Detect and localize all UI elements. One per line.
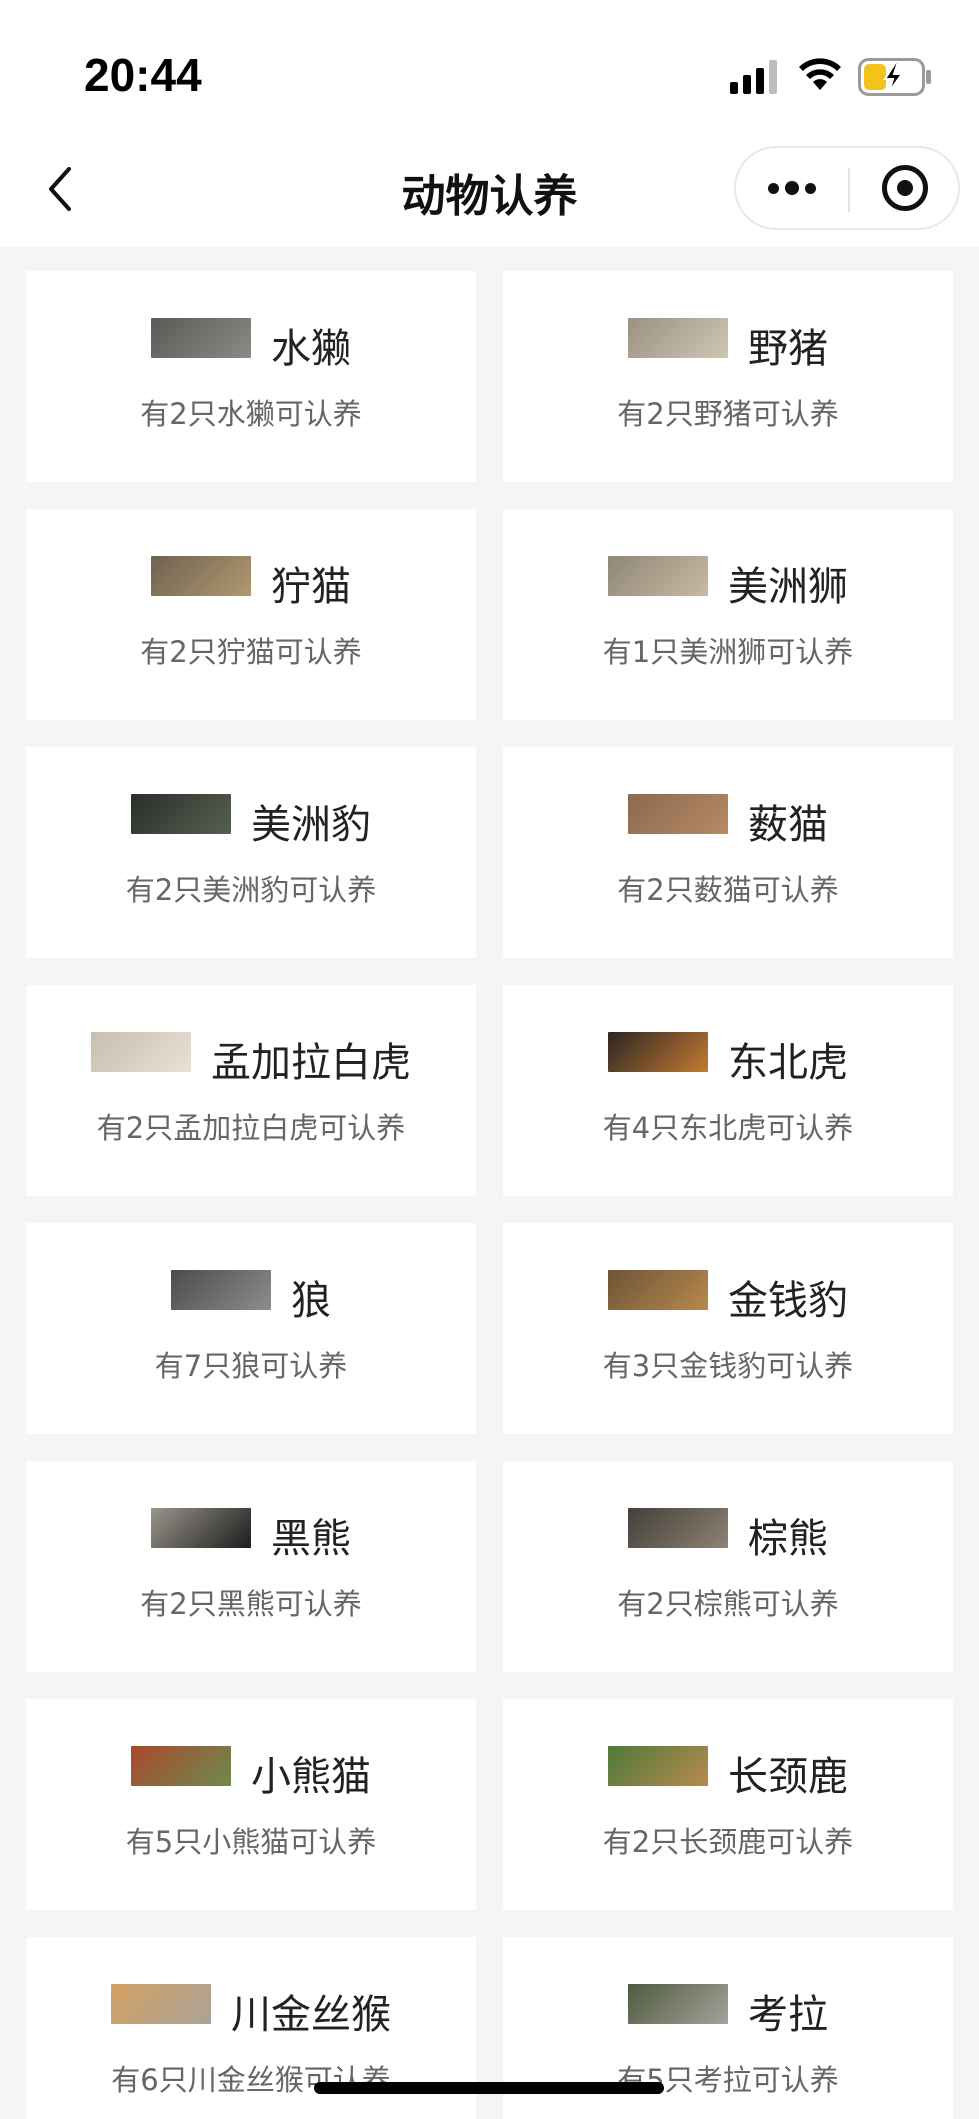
animal-thumbnail [608, 1270, 708, 1310]
animal-card[interactable]: 野猪有2只野猪可认养 [503, 271, 953, 482]
animal-name: 孟加拉白虎 [211, 1040, 411, 1086]
animal-name: 水獭 [271, 326, 351, 372]
animal-thumbnail [91, 1032, 191, 1072]
close-mini-program-button[interactable] [850, 148, 960, 228]
animal-card[interactable]: 孟加拉白虎有2只孟加拉白虎可认养 [26, 985, 476, 1196]
animal-name: 美洲狮 [728, 564, 848, 610]
animal-name: 薮猫 [748, 802, 828, 848]
animal-thumbnail [151, 1508, 251, 1548]
animal-name: 川金丝猴 [231, 1992, 391, 2038]
animal-card[interactable]: 小熊猫有5只小熊猫可认养 [26, 1699, 476, 1910]
animal-thumbnail [628, 1508, 728, 1548]
animal-card[interactable]: 东北虎有4只东北虎可认养 [503, 985, 953, 1196]
animal-thumbnail [608, 556, 708, 596]
animal-card[interactable]: 棕熊有2只棕熊可认养 [503, 1461, 953, 1672]
animal-name: 考拉 [748, 1992, 828, 2038]
animal-thumbnail [131, 794, 231, 834]
animal-card[interactable]: 美洲狮有1只美洲狮可认养 [503, 509, 953, 720]
animal-thumbnail [151, 556, 251, 596]
animal-thumbnail [608, 1032, 708, 1072]
animal-card[interactable]: 黑熊有2只黑熊可认养 [26, 1461, 476, 1672]
animal-count: 有1只美洲狮可认养 [602, 635, 854, 669]
animal-count: 有4只东北虎可认养 [602, 1111, 854, 1145]
animal-name: 东北虎 [728, 1040, 848, 1086]
animal-thumbnail [151, 318, 251, 358]
mini-program-capsule [734, 146, 960, 230]
animal-name: 美洲豹 [251, 802, 371, 848]
animal-count: 有2只薮猫可认养 [617, 873, 839, 907]
animal-thumbnail [628, 794, 728, 834]
animal-thumbnail [171, 1270, 271, 1310]
status-bar: 20:44 [0, 0, 979, 130]
animal-count: 有3只金钱豹可认养 [602, 1349, 854, 1383]
animal-name: 狼 [291, 1278, 331, 1324]
animal-card[interactable]: 金钱豹有3只金钱豹可认养 [503, 1223, 953, 1434]
animal-card[interactable]: 长颈鹿有2只长颈鹿可认养 [503, 1699, 953, 1910]
animal-grid: 水獭有2只水獭可认养 野猪有2只野猪可认养 狞猫有2只狞猫可认养 美洲狮有1只美… [26, 271, 953, 2119]
animal-thumbnail [608, 1746, 708, 1786]
animal-card[interactable]: 狼有7只狼可认养 [26, 1223, 476, 1434]
more-options-button[interactable] [736, 148, 848, 228]
target-icon [882, 165, 928, 211]
animal-count: 有2只狞猫可认养 [140, 635, 362, 669]
animal-name: 野猪 [748, 326, 828, 372]
animal-name: 长颈鹿 [728, 1754, 848, 1800]
animal-thumbnail [628, 318, 728, 358]
status-time: 20:44 [84, 49, 202, 101]
battery-charging-icon [858, 58, 931, 96]
animal-count: 有2只棕熊可认养 [617, 1587, 839, 1621]
animal-thumbnail [131, 1746, 231, 1786]
animal-count: 有5只小熊猫可认养 [125, 1825, 377, 1859]
animal-count: 有2只美洲豹可认养 [125, 873, 377, 907]
animal-thumbnail [628, 1984, 728, 2024]
home-indicator [314, 2082, 664, 2094]
animal-card[interactable]: 水獭有2只水獭可认养 [26, 271, 476, 482]
animal-name: 黑熊 [271, 1516, 351, 1562]
animal-count: 有2只孟加拉白虎可认养 [96, 1111, 406, 1145]
animal-count: 有2只水獭可认养 [140, 397, 362, 431]
animal-name: 金钱豹 [728, 1278, 848, 1324]
animal-count: 有2只野猪可认养 [617, 397, 839, 431]
animal-name: 小熊猫 [251, 1754, 371, 1800]
navigation-bar: 动物认养 [0, 130, 979, 247]
animal-card[interactable]: 狞猫有2只狞猫可认养 [26, 509, 476, 720]
animal-card[interactable]: 薮猫有2只薮猫可认养 [503, 747, 953, 958]
animal-count: 有2只黑熊可认养 [140, 1587, 362, 1621]
animal-thumbnail [111, 1984, 211, 2024]
animal-name: 棕熊 [748, 1516, 828, 1562]
more-dots-icon [768, 182, 779, 194]
cellular-signal-icon [730, 60, 777, 94]
wifi-icon [799, 58, 841, 90]
animal-card[interactable]: 美洲豹有2只美洲豹可认养 [26, 747, 476, 958]
animal-name: 狞猫 [271, 564, 351, 610]
animal-count: 有2只长颈鹿可认养 [602, 1825, 854, 1859]
animal-count: 有7只狼可认养 [154, 1349, 348, 1383]
